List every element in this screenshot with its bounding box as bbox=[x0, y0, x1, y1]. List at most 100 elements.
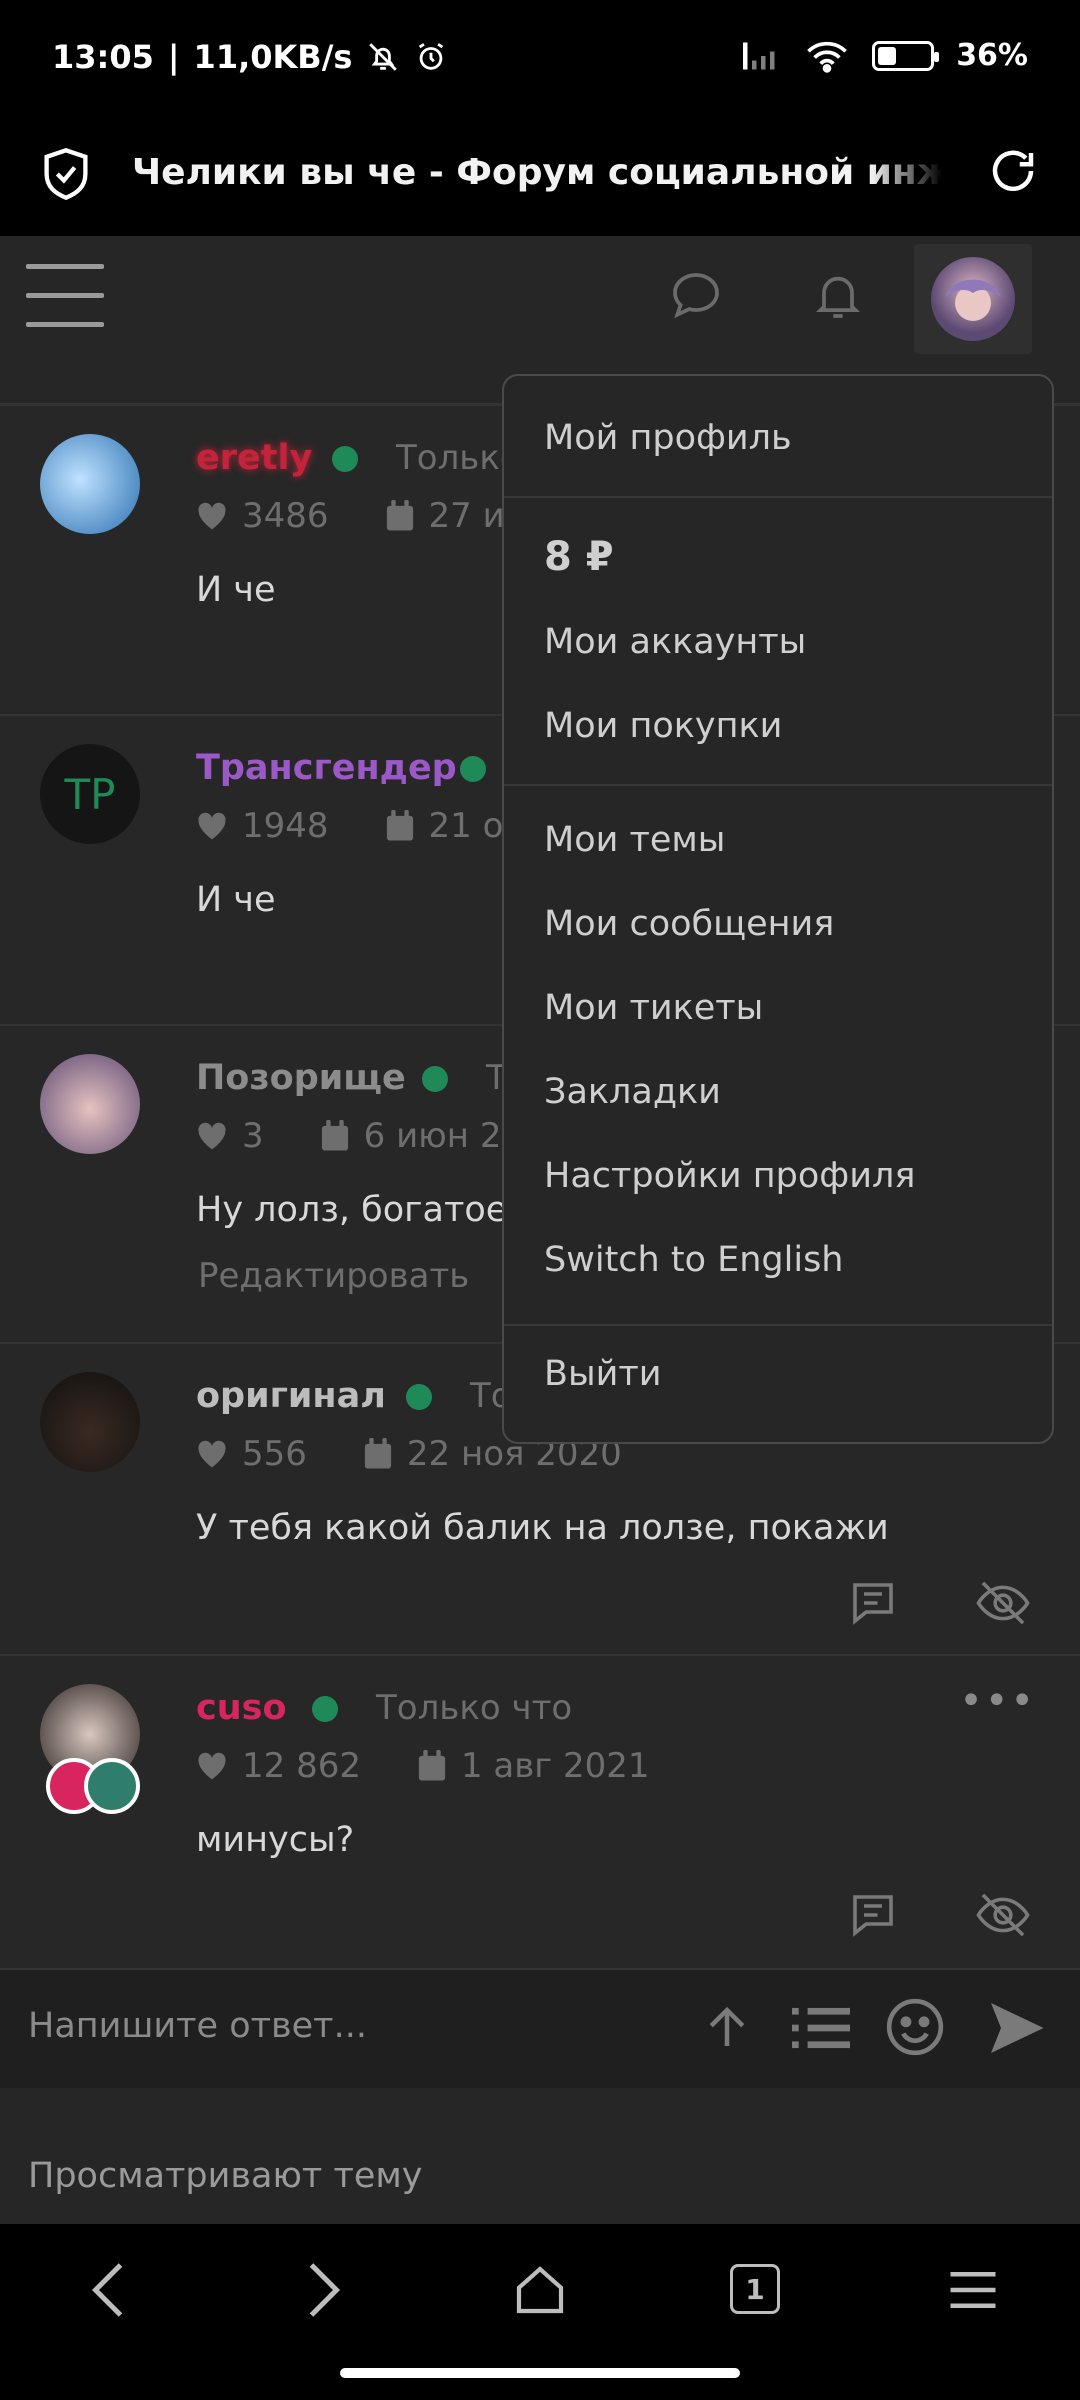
likes-count: 3 bbox=[242, 1116, 264, 1156]
mute-bell-icon bbox=[369, 43, 398, 71]
arrow-up-icon[interactable] bbox=[700, 2000, 754, 2056]
page-title: Челики вы че - Форум социальной инженери… bbox=[132, 152, 942, 193]
avatar bbox=[931, 257, 1015, 341]
online-indicator bbox=[422, 1066, 448, 1092]
online-indicator bbox=[460, 756, 486, 782]
post-message: минусы? bbox=[196, 1820, 355, 1860]
status-left: 13:05 | 11,0KB/s bbox=[52, 38, 448, 76]
status-right: 36% bbox=[740, 38, 1028, 73]
back-icon[interactable] bbox=[88, 2260, 128, 2320]
menu-icon[interactable] bbox=[946, 2260, 1000, 2320]
online-indicator bbox=[312, 1696, 338, 1722]
steam-badge-icon bbox=[84, 1758, 140, 1814]
avatar[interactable]: TP bbox=[40, 744, 140, 844]
avatar[interactable] bbox=[40, 434, 140, 534]
reply-bar bbox=[0, 1968, 1080, 2088]
bell-icon[interactable] bbox=[810, 266, 866, 324]
chat-bubble-icon[interactable] bbox=[668, 268, 724, 324]
post-message: И че bbox=[196, 880, 276, 920]
heart-icon bbox=[198, 812, 226, 840]
viewers-section: Просматривают тему bbox=[0, 2088, 1080, 2224]
reload-icon[interactable] bbox=[986, 144, 1040, 198]
browser-bottom-nav: 1 bbox=[0, 2224, 1080, 2400]
menu-item-logout[interactable]: Выйти bbox=[544, 1354, 662, 1394]
emoji-icon[interactable] bbox=[884, 1996, 946, 2058]
likes-count: 1948 bbox=[242, 806, 329, 846]
account-dropdown-menu: Мой профиль 8 ₽ Мои аккаунты Мои покупки… bbox=[502, 374, 1054, 1444]
user-avatar-button[interactable] bbox=[914, 244, 1032, 354]
viewers-label: Просматривают тему bbox=[28, 2156, 423, 2196]
battery-percent: 36% bbox=[956, 38, 1028, 73]
post-username[interactable]: eretly bbox=[196, 438, 312, 478]
menu-balance[interactable]: 8 ₽ bbox=[544, 534, 614, 580]
avatar[interactable] bbox=[40, 1372, 140, 1472]
menu-item-tickets[interactable]: Мои тикеты bbox=[544, 988, 763, 1028]
menu-item-purchases[interactable]: Мои покупки bbox=[544, 706, 782, 746]
likes-count: 12 862 bbox=[242, 1746, 361, 1786]
online-indicator bbox=[406, 1384, 432, 1410]
post-meta: 12 862 1 авг 2021 bbox=[196, 1746, 649, 1786]
calendar-icon bbox=[321, 1120, 348, 1151]
post: cuso Только что ••• 12 862 1 авг 2021 ми… bbox=[0, 1654, 1080, 1968]
heart-icon bbox=[198, 1122, 226, 1150]
likes-count: 556 bbox=[242, 1434, 307, 1474]
reply-icon[interactable] bbox=[846, 1888, 900, 1942]
alarm-icon bbox=[419, 43, 444, 70]
tabs-count: 1 bbox=[745, 2272, 765, 2306]
calendar-icon bbox=[386, 500, 413, 531]
menu-item-language[interactable]: Switch to English bbox=[544, 1240, 843, 1280]
menu-item-threads[interactable]: Мои темы bbox=[544, 820, 725, 860]
avatar[interactable] bbox=[40, 1054, 140, 1154]
battery-icon bbox=[872, 40, 940, 71]
menu-item-profile[interactable]: Мой профиль bbox=[544, 418, 792, 458]
status-bar: 13:05 | 11,0KB/s 36% bbox=[0, 0, 1080, 118]
status-time: 13:05 bbox=[52, 38, 154, 76]
menu-item-accounts[interactable]: Мои аккаунты bbox=[544, 622, 806, 662]
menu-item-settings[interactable]: Настройки профиля bbox=[544, 1156, 915, 1196]
post-username[interactable]: Трансгендер bbox=[196, 748, 457, 788]
reply-input[interactable] bbox=[28, 1996, 668, 2056]
post-message: Ну лолз, богатое к bbox=[196, 1190, 540, 1230]
network-speed: 11,0KB/s bbox=[193, 38, 353, 76]
wifi-icon bbox=[807, 41, 848, 73]
calendar-icon bbox=[386, 810, 413, 841]
post-meta: 1948 21 ок bbox=[196, 806, 524, 846]
heart-icon bbox=[198, 1752, 226, 1780]
menu-item-bookmarks[interactable]: Закладки bbox=[544, 1072, 721, 1112]
post-meta: 3 6 июн 20 bbox=[196, 1116, 523, 1156]
calendar-icon bbox=[364, 1438, 391, 1469]
home-icon[interactable] bbox=[512, 2260, 568, 2320]
hide-eye-icon[interactable] bbox=[974, 1888, 1032, 1942]
post-message: У тебя какой балик на лолзе, покажи bbox=[196, 1508, 889, 1548]
home-indicator bbox=[340, 2368, 740, 2378]
heart-icon bbox=[198, 502, 226, 530]
edit-link[interactable]: Редактировать bbox=[198, 1256, 469, 1296]
tabs-button[interactable]: 1 bbox=[730, 2264, 780, 2314]
calendar-icon bbox=[418, 1750, 446, 1781]
join-date: 1 авг 2021 bbox=[460, 1746, 650, 1786]
send-icon[interactable] bbox=[986, 2000, 1046, 2056]
hide-eye-icon[interactable] bbox=[974, 1576, 1032, 1630]
join-date: 6 июн 20 bbox=[363, 1116, 524, 1156]
post-status: Только что bbox=[376, 1688, 573, 1728]
likes-count: 3486 bbox=[242, 496, 329, 536]
more-options-icon[interactable]: ••• bbox=[959, 1678, 1036, 1724]
reply-icon[interactable] bbox=[846, 1576, 900, 1630]
forward-icon[interactable] bbox=[304, 2260, 344, 2320]
post-message: И че bbox=[196, 570, 276, 610]
post-username[interactable]: Позорище bbox=[196, 1058, 406, 1098]
browser-toolbar: Челики вы че - Форум социальной инженери… bbox=[0, 118, 1080, 236]
avatar-initials: TP bbox=[64, 769, 116, 819]
hamburger-menu-icon[interactable] bbox=[26, 260, 104, 332]
post-username[interactable]: cuso bbox=[196, 1688, 287, 1728]
heart-icon bbox=[198, 1440, 226, 1468]
menu-divider bbox=[504, 1324, 1052, 1326]
signal-icon bbox=[743, 42, 775, 69]
menu-divider bbox=[504, 496, 1052, 498]
menu-item-messages[interactable]: Мои сообщения bbox=[544, 904, 834, 944]
menu-divider bbox=[504, 784, 1052, 786]
shield-check-icon[interactable] bbox=[40, 146, 92, 202]
online-indicator bbox=[332, 446, 358, 472]
list-icon[interactable] bbox=[792, 2002, 850, 2054]
post-username[interactable]: оригинал bbox=[196, 1376, 386, 1416]
